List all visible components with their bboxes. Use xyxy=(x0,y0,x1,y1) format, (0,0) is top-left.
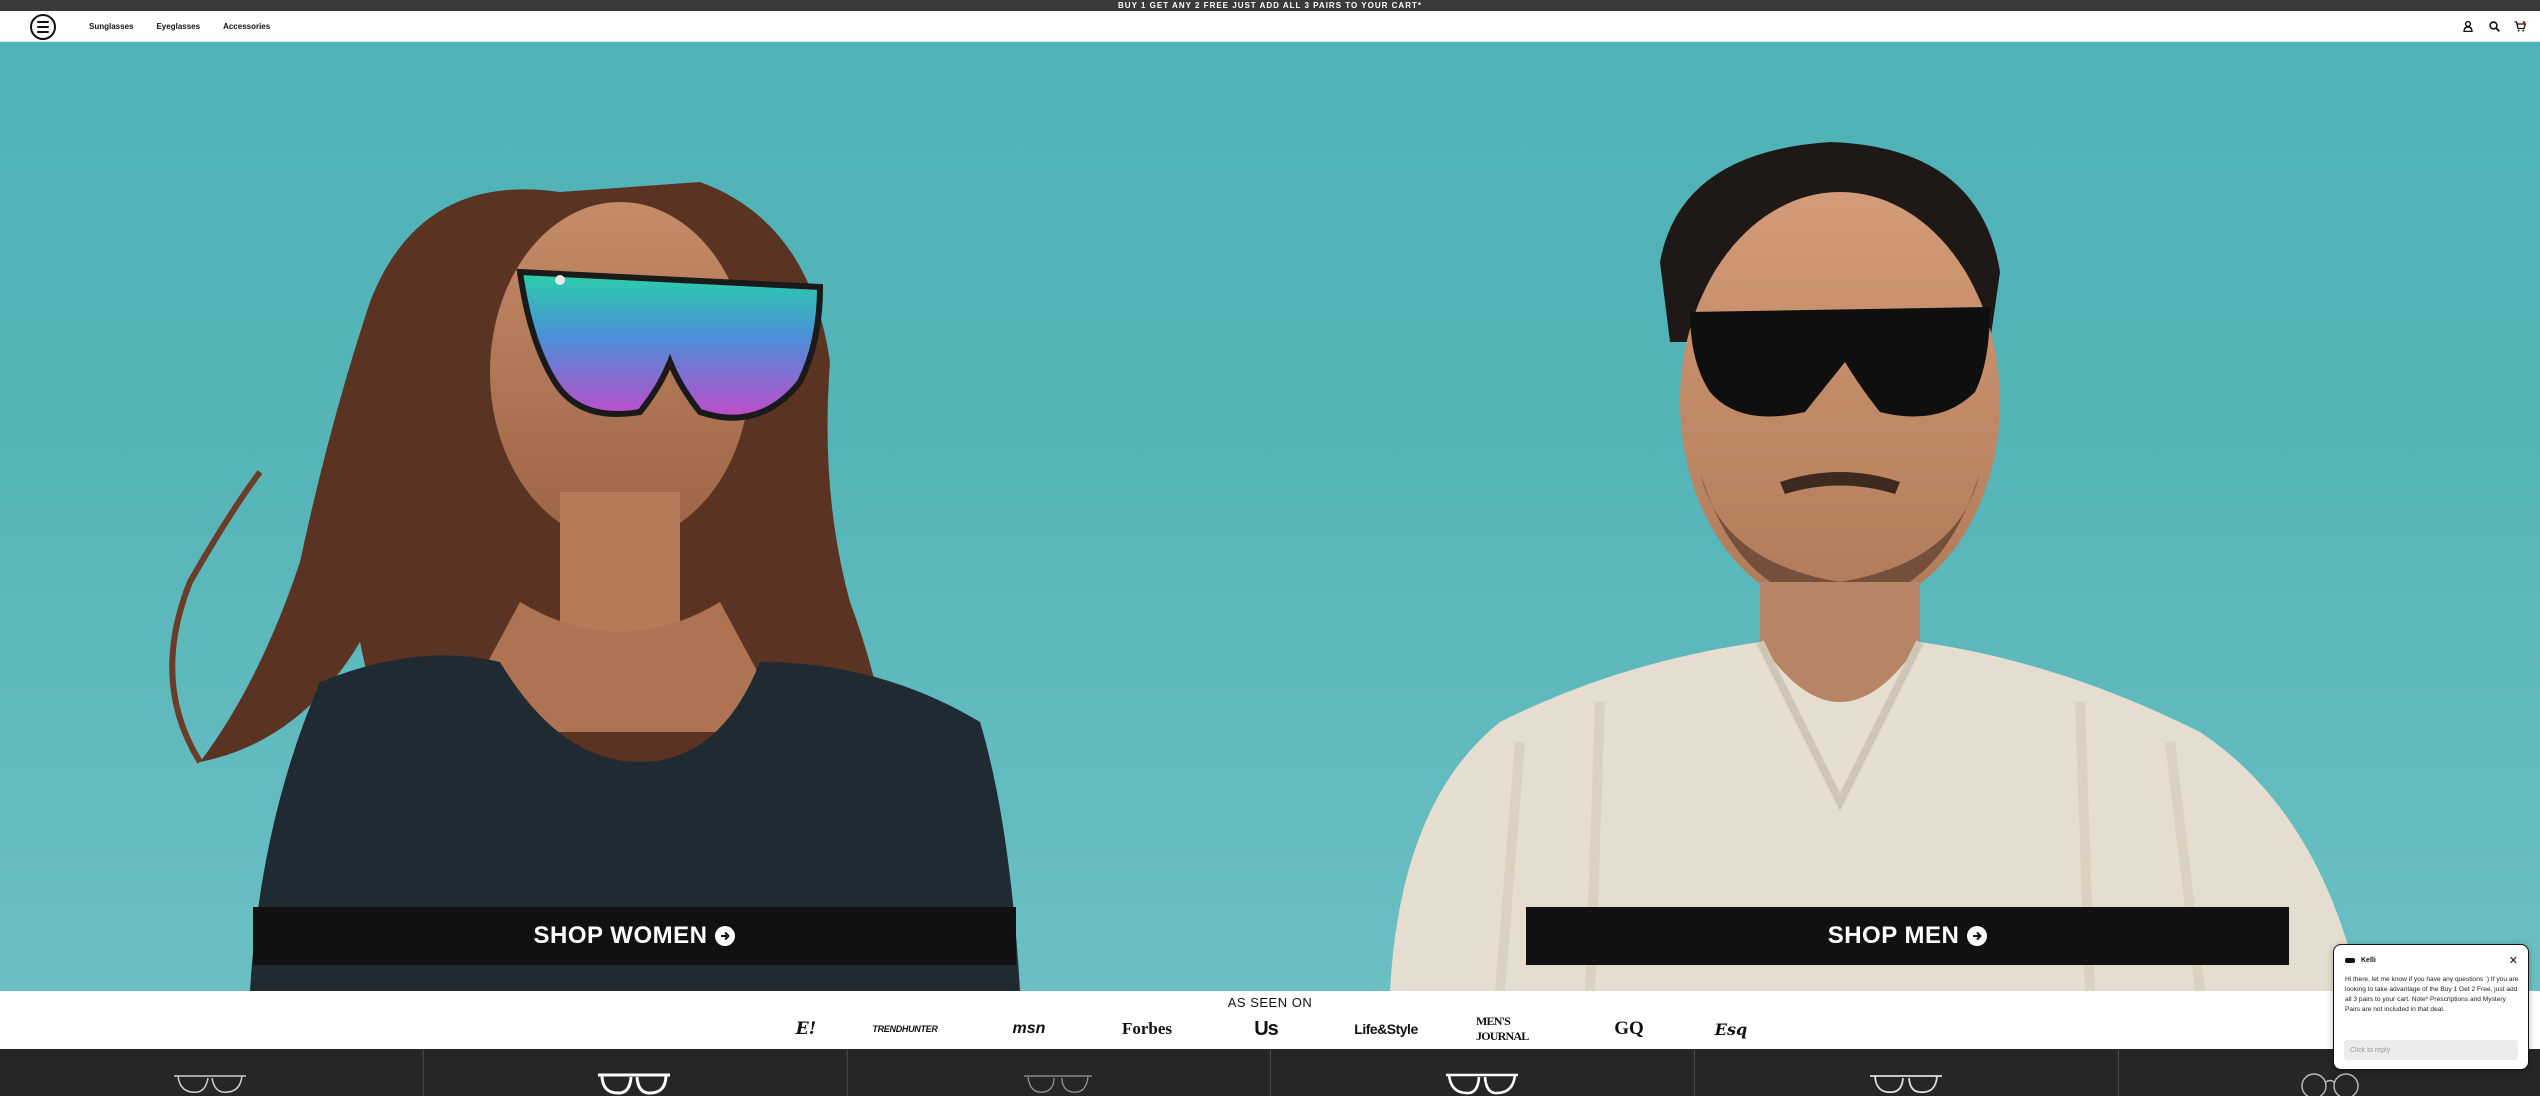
nav-icons xyxy=(2462,11,2526,42)
product-tile[interactable] xyxy=(1694,1049,2117,1096)
product-tile[interactable] xyxy=(422,1049,845,1096)
sunglasses-icon xyxy=(1445,1073,1518,1095)
press-logo-esquire: Esq xyxy=(1714,1019,1748,1039)
hero-banner: SHOP WOMEN SHOP MEN xyxy=(0,42,2540,991)
as-seen-on-section: AS SEEN ON E! TRENDHUNTER msn Forbes Us … xyxy=(0,991,2540,1049)
press-logo-gq: GQ xyxy=(1614,1018,1644,1039)
hero-photo xyxy=(169,142,2360,991)
top-navbar: Sunglasses Eyeglasses Accessories xyxy=(0,11,2540,42)
sunglasses-icon xyxy=(174,1075,247,1093)
press-logo-trendhunter: TRENDHUNTER xyxy=(872,1024,938,1034)
search-icon[interactable] xyxy=(2488,21,2500,33)
nav-link-eyeglasses[interactable]: Eyeglasses xyxy=(156,22,200,31)
nav-link-sunglasses[interactable]: Sunglasses xyxy=(89,22,133,31)
product-tile[interactable] xyxy=(0,1049,421,1096)
chat-message: Hi there, let me know if you have any qu… xyxy=(2345,976,2519,1013)
shop-men-label: SHOP MEN xyxy=(1827,922,1960,949)
shop-women-button[interactable]: SHOP WOMEN xyxy=(253,907,1016,965)
arrow-right-icon xyxy=(715,926,736,946)
chat-header: Kelli xyxy=(2345,957,2376,964)
as-seen-on-title: AS SEEN ON xyxy=(1227,995,1313,1010)
cart-icon[interactable] xyxy=(2514,21,2526,33)
nav-link-accessories[interactable]: Accessories xyxy=(223,22,270,31)
agent-name: Kelli xyxy=(2361,957,2376,964)
menu-logo-icon[interactable] xyxy=(30,14,56,40)
shop-men-button[interactable]: SHOP MEN xyxy=(1526,907,2289,965)
press-logo-mens-journal: MEN'S JOURNAL xyxy=(1476,1014,1529,1043)
chat-reply-input[interactable] xyxy=(2344,1040,2518,1060)
press-logo-forbes: Forbes xyxy=(1121,1019,1173,1038)
product-category-strip xyxy=(0,1049,2540,1096)
agent-avatar xyxy=(2345,958,2355,963)
shop-women-label: SHOP WOMEN xyxy=(533,922,708,949)
press-logo-msn: msn xyxy=(1012,1020,1046,1037)
press-logo-eonline: E! xyxy=(795,1019,817,1039)
eyeglasses-icon xyxy=(598,1073,671,1095)
product-tile[interactable] xyxy=(846,1049,1269,1096)
press-logo-us-weekly: Us xyxy=(1254,1017,1279,1040)
eyeglasses-icon xyxy=(1869,1075,1942,1094)
press-logo-life-and-style: Life&Style xyxy=(1354,1021,1418,1037)
arrow-right-icon xyxy=(1967,926,1988,946)
main-nav: Sunglasses Eyeglasses Accessories xyxy=(89,11,270,42)
promo-banner: BUY 1 GET ANY 2 FREE JUST ADD ALL 3 PAIR… xyxy=(0,0,2540,11)
aviator-icon xyxy=(1024,1075,1093,1093)
account-icon[interactable] xyxy=(2462,21,2474,33)
close-icon[interactable]: ✕ xyxy=(2509,954,2518,967)
round-glasses-icon xyxy=(2300,1073,2359,1096)
chat-widget: Kelli ✕ Hi there, let me know if you hav… xyxy=(2333,944,2529,1070)
product-tile[interactable] xyxy=(1270,1049,1693,1096)
